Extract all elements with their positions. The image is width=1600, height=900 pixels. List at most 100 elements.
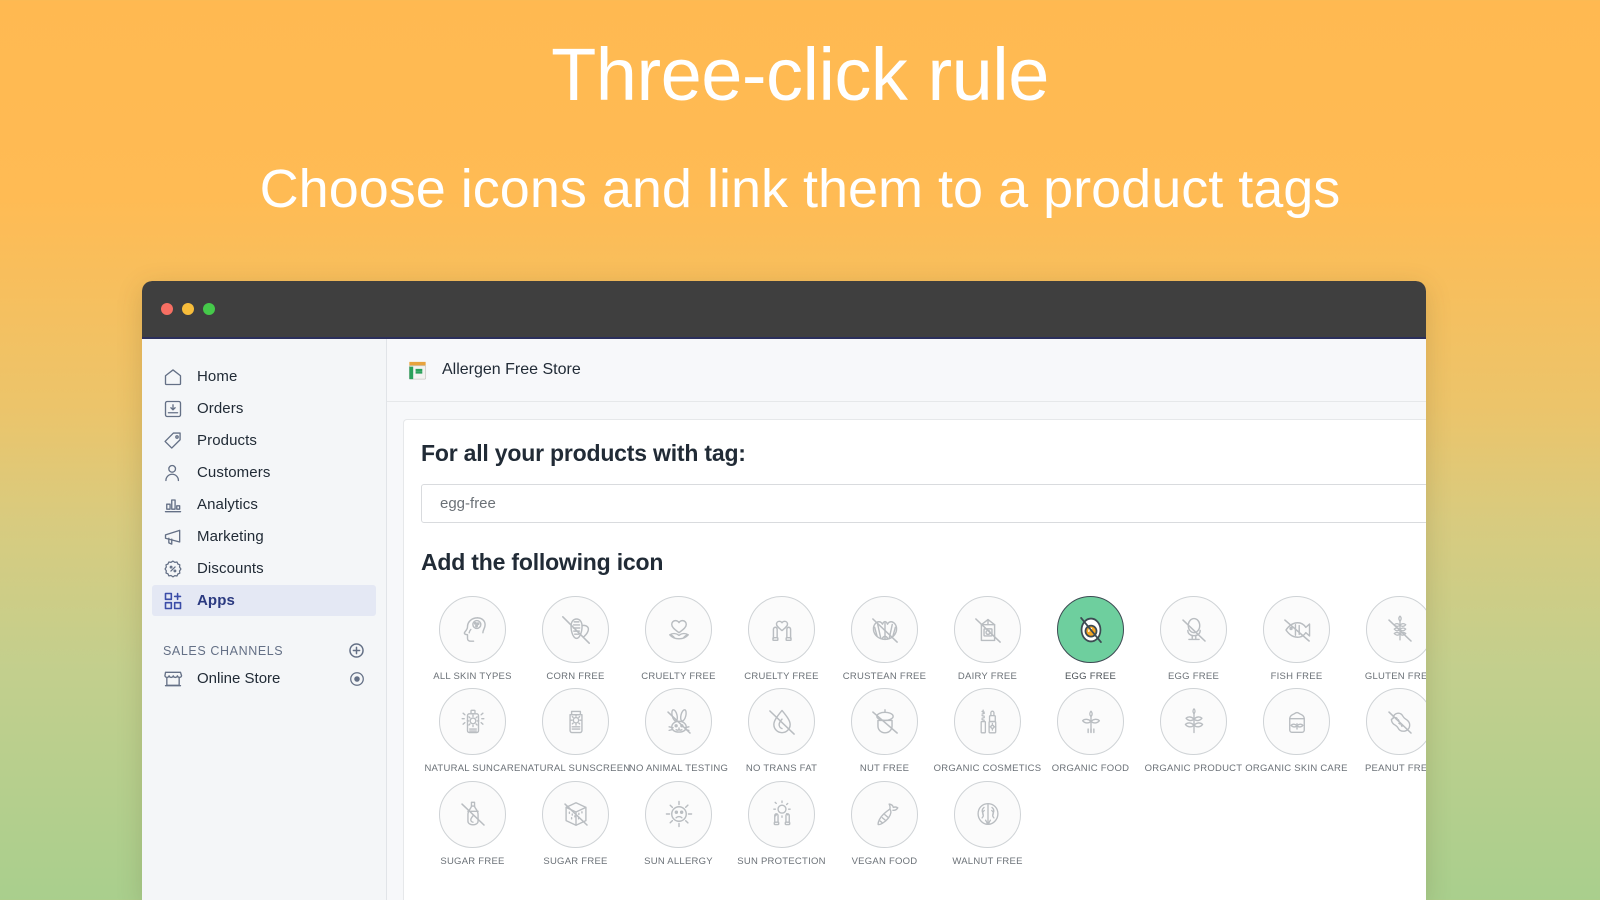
- storefront-icon: [163, 669, 183, 689]
- icon-option-label: ORGANIC FOOD: [1051, 763, 1130, 775]
- icon-option-no-trans-fat[interactable]: NO TRANS FAT: [730, 682, 833, 774]
- icon-option-organic-product[interactable]: ORGANIC PRODUCT: [1142, 682, 1245, 774]
- main-content: Allergen Free Store For all your product…: [387, 339, 1426, 900]
- icon-option-egg-free-yolk[interactable]: EGG FREE: [1039, 590, 1142, 682]
- orders-icon: [163, 399, 183, 419]
- icon-option-organic-cosmetics[interactable]: ORGANIC COSMETICS: [933, 682, 1042, 775]
- sidebar-item-online-store[interactable]: Online Store: [152, 663, 376, 694]
- icon-option-gluten-free[interactable]: GLUTEN FREE: [1348, 590, 1426, 682]
- sidebar-item-customers[interactable]: Customers: [152, 457, 376, 488]
- icon-option-label: ALL SKIN TYPES: [433, 671, 512, 682]
- icon-section-heading: Add the following icon: [421, 549, 664, 575]
- close-window-button[interactable]: [161, 303, 173, 315]
- sidebar-item-label: Orders: [197, 400, 244, 417]
- sidebar-item-analytics[interactable]: Analytics: [152, 489, 376, 520]
- sidebar-item-label: Apps: [197, 592, 235, 609]
- browser-window: Home Orders Products Customers Analytics…: [142, 281, 1426, 900]
- icon-option-egg-free-eggcup[interactable]: EGG FREE: [1142, 590, 1245, 682]
- eye-icon[interactable]: [349, 671, 365, 687]
- icon-option-peanut-free[interactable]: PEANUT FREE: [1348, 682, 1426, 774]
- sidebar-item-label: Customers: [197, 464, 271, 481]
- sidebar-item-products[interactable]: Products: [152, 425, 376, 456]
- icon-option-label: SUN PROTECTION: [737, 855, 826, 867]
- icon-option-corn-free[interactable]: CORN FREE: [524, 590, 627, 682]
- cruelty-free-hands-heart-icon: [748, 596, 815, 663]
- sales-channels-header: SALES CHANNELS: [163, 642, 365, 659]
- walnut-free-icon: [954, 780, 1021, 848]
- sidebar: Home Orders Products Customers Analytics…: [142, 339, 387, 900]
- home-icon: [163, 367, 183, 387]
- sidebar-item-orders[interactable]: Orders: [152, 393, 376, 424]
- icon-option-label: NUT FREE: [859, 763, 910, 775]
- customers-icon: [163, 463, 183, 483]
- icon-option-label: DAIRY FREE: [957, 671, 1018, 682]
- cruelty-free-heart-leaf-icon: [645, 596, 712, 663]
- maximize-window-button[interactable]: [203, 303, 215, 315]
- icon-option-label: NO TRANS FAT: [745, 763, 818, 775]
- minimize-window-button[interactable]: [182, 303, 194, 315]
- sun-allergy-sad-sun-icon: [645, 780, 712, 848]
- page-title: Three-click rule: [551, 33, 1049, 116]
- icon-option-label: ORGANIC COSMETICS: [933, 763, 1042, 775]
- icon-option-label: CRUELTY FREE: [744, 671, 819, 682]
- sidebar-item-label: Discounts: [197, 560, 264, 577]
- natural-sunscreen-tube-icon: [542, 688, 609, 756]
- sidebar-item-label: Analytics: [197, 496, 258, 513]
- icon-option-organic-skin-care[interactable]: ORGANIC SKIN CARE: [1245, 682, 1348, 774]
- all-skin-types-icon: [439, 596, 506, 663]
- fish-free-icon: [1263, 596, 1330, 663]
- icon-option-label: NATURAL SUNSCREEN: [520, 763, 631, 775]
- icon-option-label: FISH FREE: [1270, 671, 1323, 682]
- icon-option-label: SUN ALLERGY: [644, 855, 713, 867]
- icon-option-sun-allergy[interactable]: SUN ALLERGY: [627, 775, 730, 867]
- icon-option-natural-sunscreen[interactable]: NATURAL SUNSCREEN: [521, 682, 630, 774]
- sidebar-item-label: Marketing: [197, 528, 264, 545]
- icon-option-all-skin-types[interactable]: ALL SKIN TYPES: [421, 590, 524, 682]
- icon-option-label: VEGAN FOOD: [851, 855, 918, 867]
- page-subtitle: Choose icons and link them to a product …: [259, 159, 1341, 219]
- sidebar-item-label: Products: [197, 432, 257, 449]
- sidebar-item-discounts[interactable]: Discounts: [152, 553, 376, 584]
- icon-option-label: CORN FREE: [546, 671, 605, 682]
- icon-option-nut-free[interactable]: NUT FREE: [833, 682, 936, 774]
- icon-option-sugar-free-bottle[interactable]: SUGAR FREE: [421, 775, 524, 867]
- hero-banner: Three-click rule Choose icons and link t…: [0, 0, 1600, 278]
- discounts-percent-icon: [163, 559, 183, 579]
- organic-skin-care-jar-icon: [1263, 688, 1330, 756]
- plus-circle-icon[interactable]: [348, 642, 365, 659]
- product-tag-input[interactable]: egg-free: [421, 484, 1426, 523]
- icon-option-dairy-free[interactable]: DAIRY FREE: [936, 590, 1039, 682]
- icon-option-crustean-free[interactable]: CRUSTEAN FREE: [833, 590, 936, 682]
- corn-free-icon: [542, 596, 609, 663]
- icon-option-cruelty-free-hands[interactable]: CRUELTY FREE: [730, 590, 833, 682]
- nut-free-acorn-icon: [851, 688, 918, 756]
- icon-option-label: EGG FREE: [1167, 671, 1220, 682]
- icon-option-label: ORGANIC PRODUCT: [1144, 763, 1243, 775]
- egg-free-eggcup-icon: [1160, 596, 1227, 663]
- sales-channels-title: SALES CHANNELS: [163, 643, 284, 658]
- no-animal-testing-rabbit-icon: [645, 688, 712, 756]
- egg-free-yolk-icon: [1057, 596, 1124, 663]
- sun-protection-hands-icon: [748, 780, 815, 848]
- sidebar-item-apps[interactable]: Apps: [152, 585, 376, 616]
- gluten-free-wheat-icon: [1366, 596, 1426, 663]
- sidebar-item-label: Home: [197, 368, 238, 385]
- icon-option-fish-free[interactable]: FISH FREE: [1245, 590, 1348, 682]
- icon-option-no-animal-testing[interactable]: NO ANIMAL TESTING: [627, 682, 730, 774]
- crustean-free-shell-icon: [851, 596, 918, 663]
- icon-option-organic-food[interactable]: ORGANIC FOOD: [1039, 682, 1142, 774]
- icon-option-sun-protection[interactable]: SUN PROTECTION: [730, 775, 833, 867]
- sidebar-item-home[interactable]: Home: [152, 361, 376, 392]
- sidebar-item-marketing[interactable]: Marketing: [152, 521, 376, 552]
- icon-option-natural-suncare[interactable]: NATURAL SUNCARE: [421, 682, 524, 774]
- products-tag-icon: [163, 431, 183, 451]
- icon-option-label: SUGAR FREE: [440, 855, 505, 867]
- icon-option-walnut-free[interactable]: WALNUT FREE: [936, 775, 1039, 867]
- icon-grid: ALL SKIN TYPES CORN FREE CRUELTY FREE CR…: [421, 590, 1426, 867]
- sugar-free-bottle-icon: [439, 780, 506, 848]
- window-titlebar: [142, 281, 1426, 337]
- icon-option-cruelty-free-heart[interactable]: CRUELTY FREE: [627, 590, 730, 682]
- icon-option-vegan-food[interactable]: VEGAN FOOD: [833, 775, 936, 867]
- icon-option-sugar-free-cube[interactable]: SUGAR FREE: [524, 775, 627, 867]
- vegan-food-carrot-icon: [851, 780, 918, 848]
